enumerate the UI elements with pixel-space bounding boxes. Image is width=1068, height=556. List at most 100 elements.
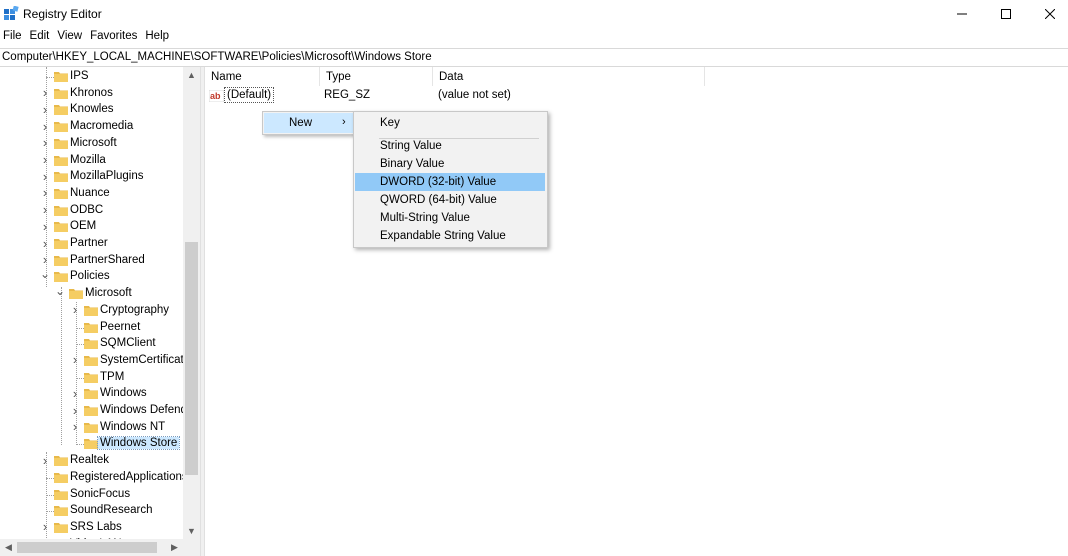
- tree-node[interactable]: › SRS Labs: [0, 519, 200, 536]
- folder-icon: [84, 372, 98, 383]
- menu-item-binary-value[interactable]: Binary Value: [355, 155, 545, 173]
- tree-node[interactable]: › Mozilla: [0, 152, 200, 169]
- tree-node[interactable]: › ODBC: [0, 202, 200, 219]
- title-bar: Registry Editor: [0, 0, 1068, 28]
- menu-item-label: Multi-String Value: [380, 212, 470, 224]
- tree-node-label: Policies: [70, 270, 110, 283]
- menu-view[interactable]: View: [54, 28, 87, 46]
- tree-node-label: RegisteredApplications: [70, 470, 188, 483]
- ab-string-value-icon: ab: [209, 90, 224, 102]
- tree-node-label: IPS: [70, 70, 89, 82]
- tree-node[interactable]: › Windows: [0, 386, 200, 402]
- tree-node[interactable]: › Khronos: [0, 85, 200, 102]
- tree-node-label: SoundResearch: [70, 504, 153, 517]
- column-header-data[interactable]: Data: [433, 67, 705, 86]
- menu-favorites[interactable]: Favorites: [87, 28, 142, 46]
- chevron-right-icon[interactable]: ›: [40, 85, 50, 101]
- menu-edit[interactable]: Edit: [27, 28, 55, 46]
- menu-item-new[interactable]: New ›: [264, 113, 354, 133]
- tree-node[interactable]: › Nuance: [0, 185, 200, 202]
- chevron-right-icon[interactable]: ›: [40, 101, 50, 117]
- chevron-right-icon[interactable]: ›: [40, 168, 50, 184]
- menu-item-key[interactable]: Key: [355, 114, 545, 132]
- chevron-right-icon[interactable]: ›: [40, 519, 50, 535]
- value-name[interactable]: (Default): [224, 87, 275, 103]
- menu-item-string-value[interactable]: String Value: [355, 137, 545, 155]
- menu-item-qword-value[interactable]: QWORD (64-bit) Value: [355, 191, 545, 209]
- tree-node[interactable]: › MozillaPlugins: [0, 169, 200, 185]
- column-header-type[interactable]: Type: [320, 67, 433, 86]
- values-list[interactable]: Name Type Data ab (Default) REG_SZ (valu…: [205, 67, 1068, 556]
- minimize-button[interactable]: [939, 0, 985, 28]
- menu-file[interactable]: File: [0, 28, 27, 46]
- scroll-up-icon[interactable]: ▲: [183, 67, 200, 83]
- tree-node[interactable]: › OEM: [0, 219, 200, 235]
- menu-item-expandable-string-value[interactable]: Expandable String Value: [355, 227, 545, 245]
- menu-item-label: DWORD (32-bit) Value: [380, 176, 497, 188]
- tree-node-label: Microsoft: [85, 287, 132, 300]
- tree-guide: [46, 77, 54, 78]
- chevron-right-icon[interactable]: ›: [40, 202, 50, 218]
- chevron-right-icon[interactable]: ›: [40, 152, 50, 168]
- menu-item-dword-value[interactable]: DWORD (32-bit) Value: [355, 173, 545, 191]
- close-button[interactable]: [1027, 0, 1068, 28]
- chevron-right-icon[interactable]: ›: [70, 302, 80, 318]
- chevron-right-icon[interactable]: ›: [40, 185, 50, 201]
- chevron-right-icon[interactable]: ›: [40, 135, 50, 151]
- tree-node[interactable]: ⌄ Policies: [0, 266, 200, 285]
- scroll-down-icon[interactable]: ▼: [183, 523, 200, 539]
- maximize-button[interactable]: [983, 0, 1029, 28]
- chevron-right-icon[interactable]: ›: [70, 352, 80, 368]
- chevron-down-icon[interactable]: ⌄: [40, 266, 50, 282]
- tree-node[interactable]: SonicFocus: [0, 487, 200, 503]
- tree-vertical-scrollbar[interactable]: ▲ ▼: [183, 67, 200, 539]
- tree-node-label: MozillaPlugins: [70, 170, 144, 183]
- chevron-right-icon[interactable]: ›: [40, 252, 50, 268]
- chevron-right-icon[interactable]: ›: [40, 452, 50, 468]
- menu-help[interactable]: Help: [142, 28, 174, 46]
- chevron-right-icon[interactable]: ›: [40, 118, 50, 134]
- tree-node[interactable]: SQMClient: [0, 336, 200, 352]
- tree-node[interactable]: › Microsoft: [0, 135, 200, 152]
- tree-node[interactable]: Peernet: [0, 320, 200, 336]
- chevron-right-icon[interactable]: ›: [40, 235, 50, 251]
- chevron-right-icon[interactable]: ›: [70, 402, 80, 418]
- tree-node[interactable]: ⌄ Microsoft: [0, 283, 200, 302]
- menu-item-multi-string-value[interactable]: Multi-String Value: [355, 209, 545, 227]
- tree-node[interactable]: › Windows NT: [0, 419, 200, 436]
- chevron-right-icon[interactable]: ›: [70, 419, 80, 435]
- scroll-thumb[interactable]: [185, 242, 198, 475]
- tree-node[interactable]: Windows Store: [0, 436, 200, 452]
- chevron-right-icon[interactable]: ›: [40, 218, 50, 234]
- tree-node[interactable]: › Windows Defender: [0, 403, 200, 419]
- tree-node[interactable]: SoundResearch: [0, 503, 200, 519]
- folder-icon: [54, 505, 68, 517]
- chevron-down-icon[interactable]: ⌄: [55, 283, 65, 299]
- tree-node[interactable]: TPM: [0, 370, 200, 386]
- folder-icon: [54, 221, 68, 233]
- chevron-right-icon[interactable]: ›: [70, 385, 80, 401]
- tree-node[interactable]: › PartnerShared: [0, 252, 200, 269]
- tree-node[interactable]: › Realtek: [0, 453, 200, 469]
- tree-node-label: OEM: [70, 220, 97, 233]
- key-tree[interactable]: IPS › Khronos › Knowles › Macromedia › Microsoft…: [0, 67, 200, 556]
- close-icon: [1045, 9, 1055, 19]
- tree-node[interactable]: IPS: [0, 69, 200, 85]
- tree-horizontal-scrollbar[interactable]: ◀ ▶: [0, 539, 183, 556]
- tree-node[interactable]: › Knowles: [0, 102, 200, 118]
- address-path[interactable]: Computer\HKEY_LOCAL_MACHINE\SOFTWARE\Pol…: [2, 51, 432, 63]
- address-bar[interactable]: Computer\HKEY_LOCAL_MACHINE\SOFTWARE\Pol…: [0, 48, 1068, 67]
- scroll-thumb[interactable]: [17, 542, 157, 553]
- folder-icon: [54, 121, 68, 133]
- tree-node-label: Windows NT: [100, 420, 166, 433]
- scroll-left-icon[interactable]: ◀: [0, 539, 17, 556]
- scroll-right-icon[interactable]: ▶: [166, 539, 183, 556]
- tree-guide: [76, 444, 84, 446]
- folder-icon: [54, 205, 68, 216]
- tree-node[interactable]: › Macromedia: [0, 119, 200, 135]
- column-header-name[interactable]: Name: [205, 67, 320, 86]
- tree-node[interactable]: RegisteredApplications: [0, 470, 200, 486]
- tree-node[interactable]: › SystemCertificates: [0, 352, 200, 369]
- tree-node[interactable]: › Partner: [0, 236, 200, 252]
- tree-node[interactable]: › Cryptography: [0, 302, 200, 319]
